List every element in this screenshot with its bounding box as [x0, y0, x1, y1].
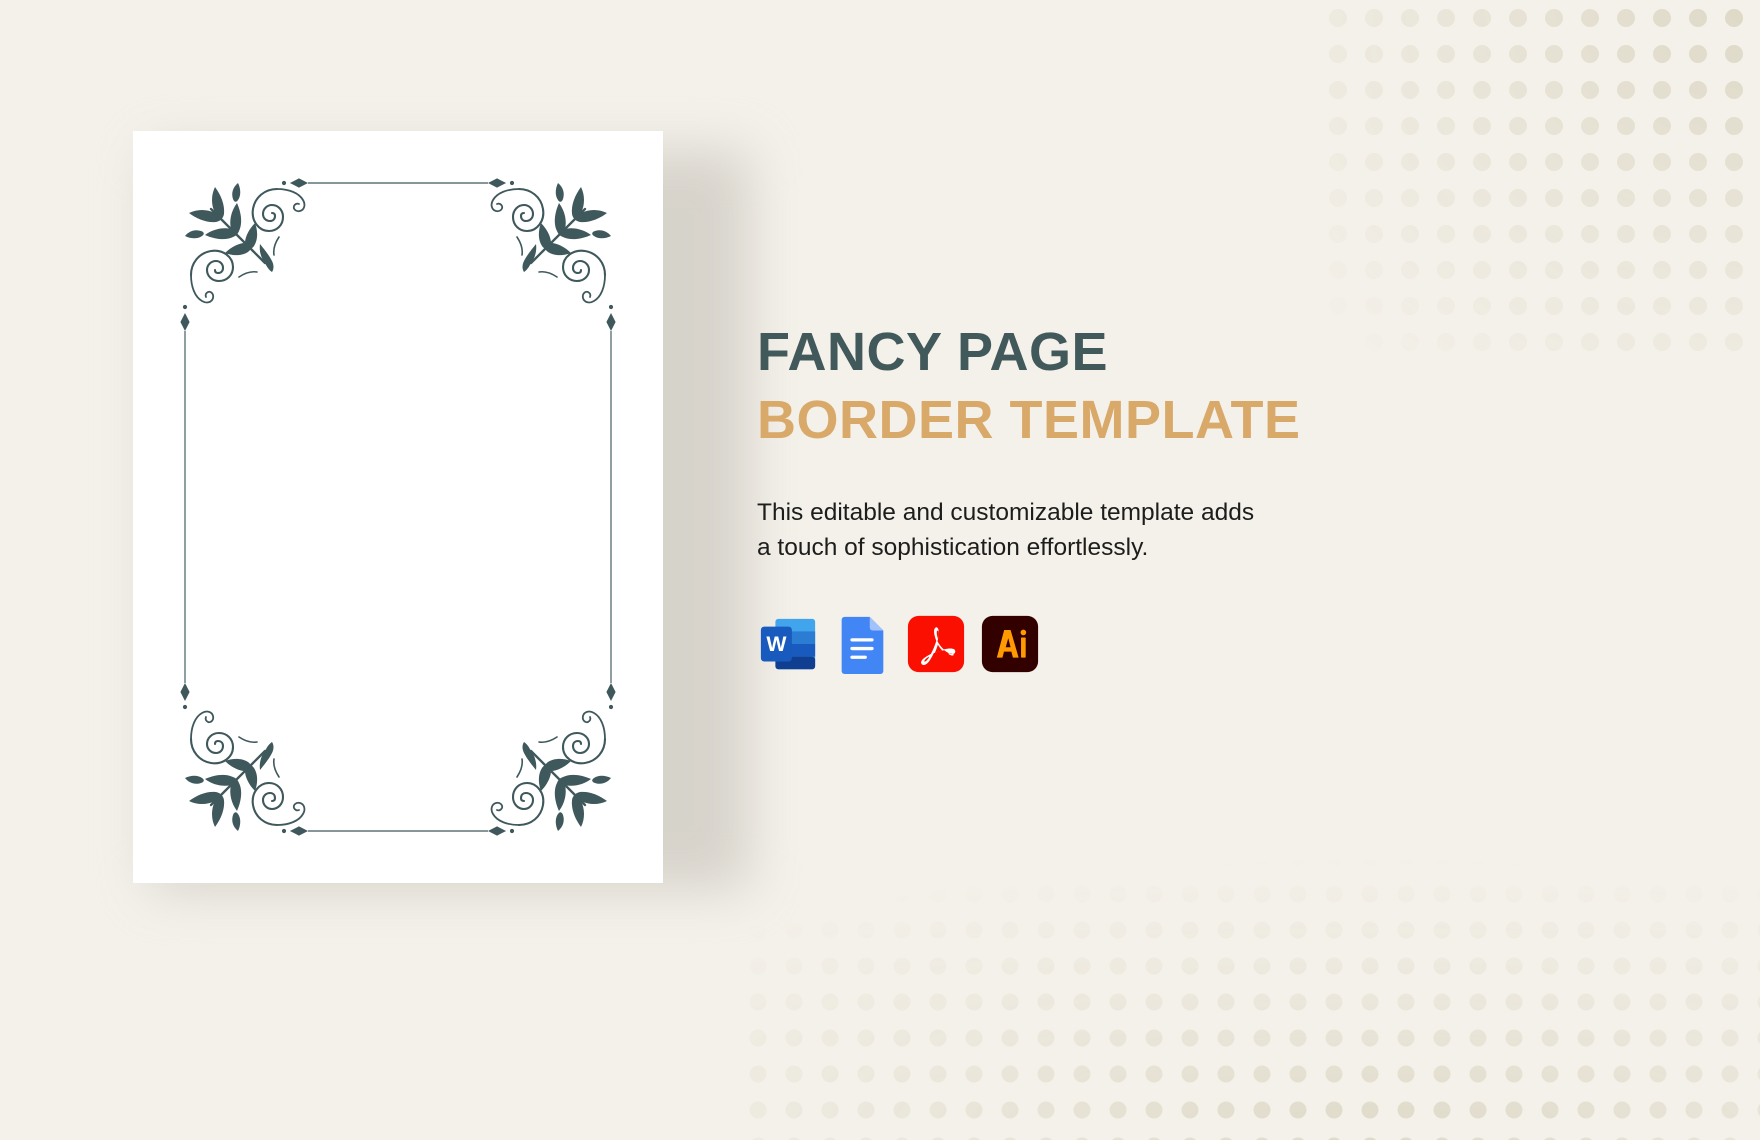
adobe-illustrator-icon[interactable]: [979, 613, 1041, 675]
ornament-corner-top-right: [490, 181, 613, 304]
ornament-corner-top-left: [183, 181, 306, 304]
halftone-pattern-bottom-right: [740, 840, 1760, 1140]
ornament-corner-bottom-left: [183, 710, 306, 833]
decorative-border-artwork: [180, 178, 616, 836]
page-description: This editable and customizable template …: [757, 499, 1255, 561]
page-title-line-2: BORDER TEMPLATE: [757, 390, 1301, 450]
halftone-pattern-top-right: [1320, 0, 1760, 360]
format-icon-list: W: [757, 613, 1397, 675]
fancy-page-border-preview[interactable]: [133, 131, 663, 883]
ms-word-icon[interactable]: W: [757, 613, 819, 675]
content-column: FANCY PAGE BORDER TEMPLATE This editable…: [757, 325, 1397, 675]
svg-text:W: W: [766, 631, 787, 655]
ornament-corner-bottom-right: [490, 710, 613, 833]
google-docs-icon[interactable]: [831, 613, 893, 675]
adobe-pdf-icon[interactable]: [905, 613, 967, 675]
page-title-line-1: FANCY PAGE: [757, 322, 1109, 382]
preview-stage: FANCY PAGE BORDER TEMPLATE This editable…: [0, 0, 1760, 1140]
